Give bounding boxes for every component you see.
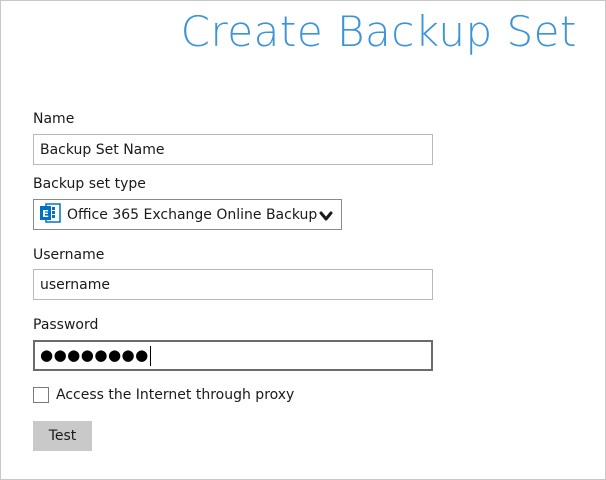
password-label: Password [33,317,99,333]
proxy-checkbox[interactable] [33,387,49,403]
proxy-label[interactable]: Access the Internet through proxy [56,387,294,403]
name-label: Name [33,111,75,127]
password-mask: ●●●●●●●● [40,346,149,364]
backup-set-type-value: Office 365 Exchange Online Backup [67,206,318,223]
name-input[interactable] [33,134,433,165]
backup-set-type-select[interactable]: E Office 365 Exchange Online Backup [33,199,342,230]
text-caret [149,345,151,366]
dialog-frame: Create Backup Set Name Backup set type E… [0,0,606,480]
backup-set-type-label: Backup set type [33,176,146,192]
exchange-icon: E [39,202,61,228]
chevron-down-icon [319,208,333,227]
svg-text:E: E [42,209,49,220]
page-title: Create Backup Set [180,7,577,56]
username-input[interactable] [33,269,433,300]
test-button[interactable]: Test [33,421,92,451]
password-input[interactable]: ●●●●●●●● [33,340,433,371]
username-label: Username [33,247,105,263]
